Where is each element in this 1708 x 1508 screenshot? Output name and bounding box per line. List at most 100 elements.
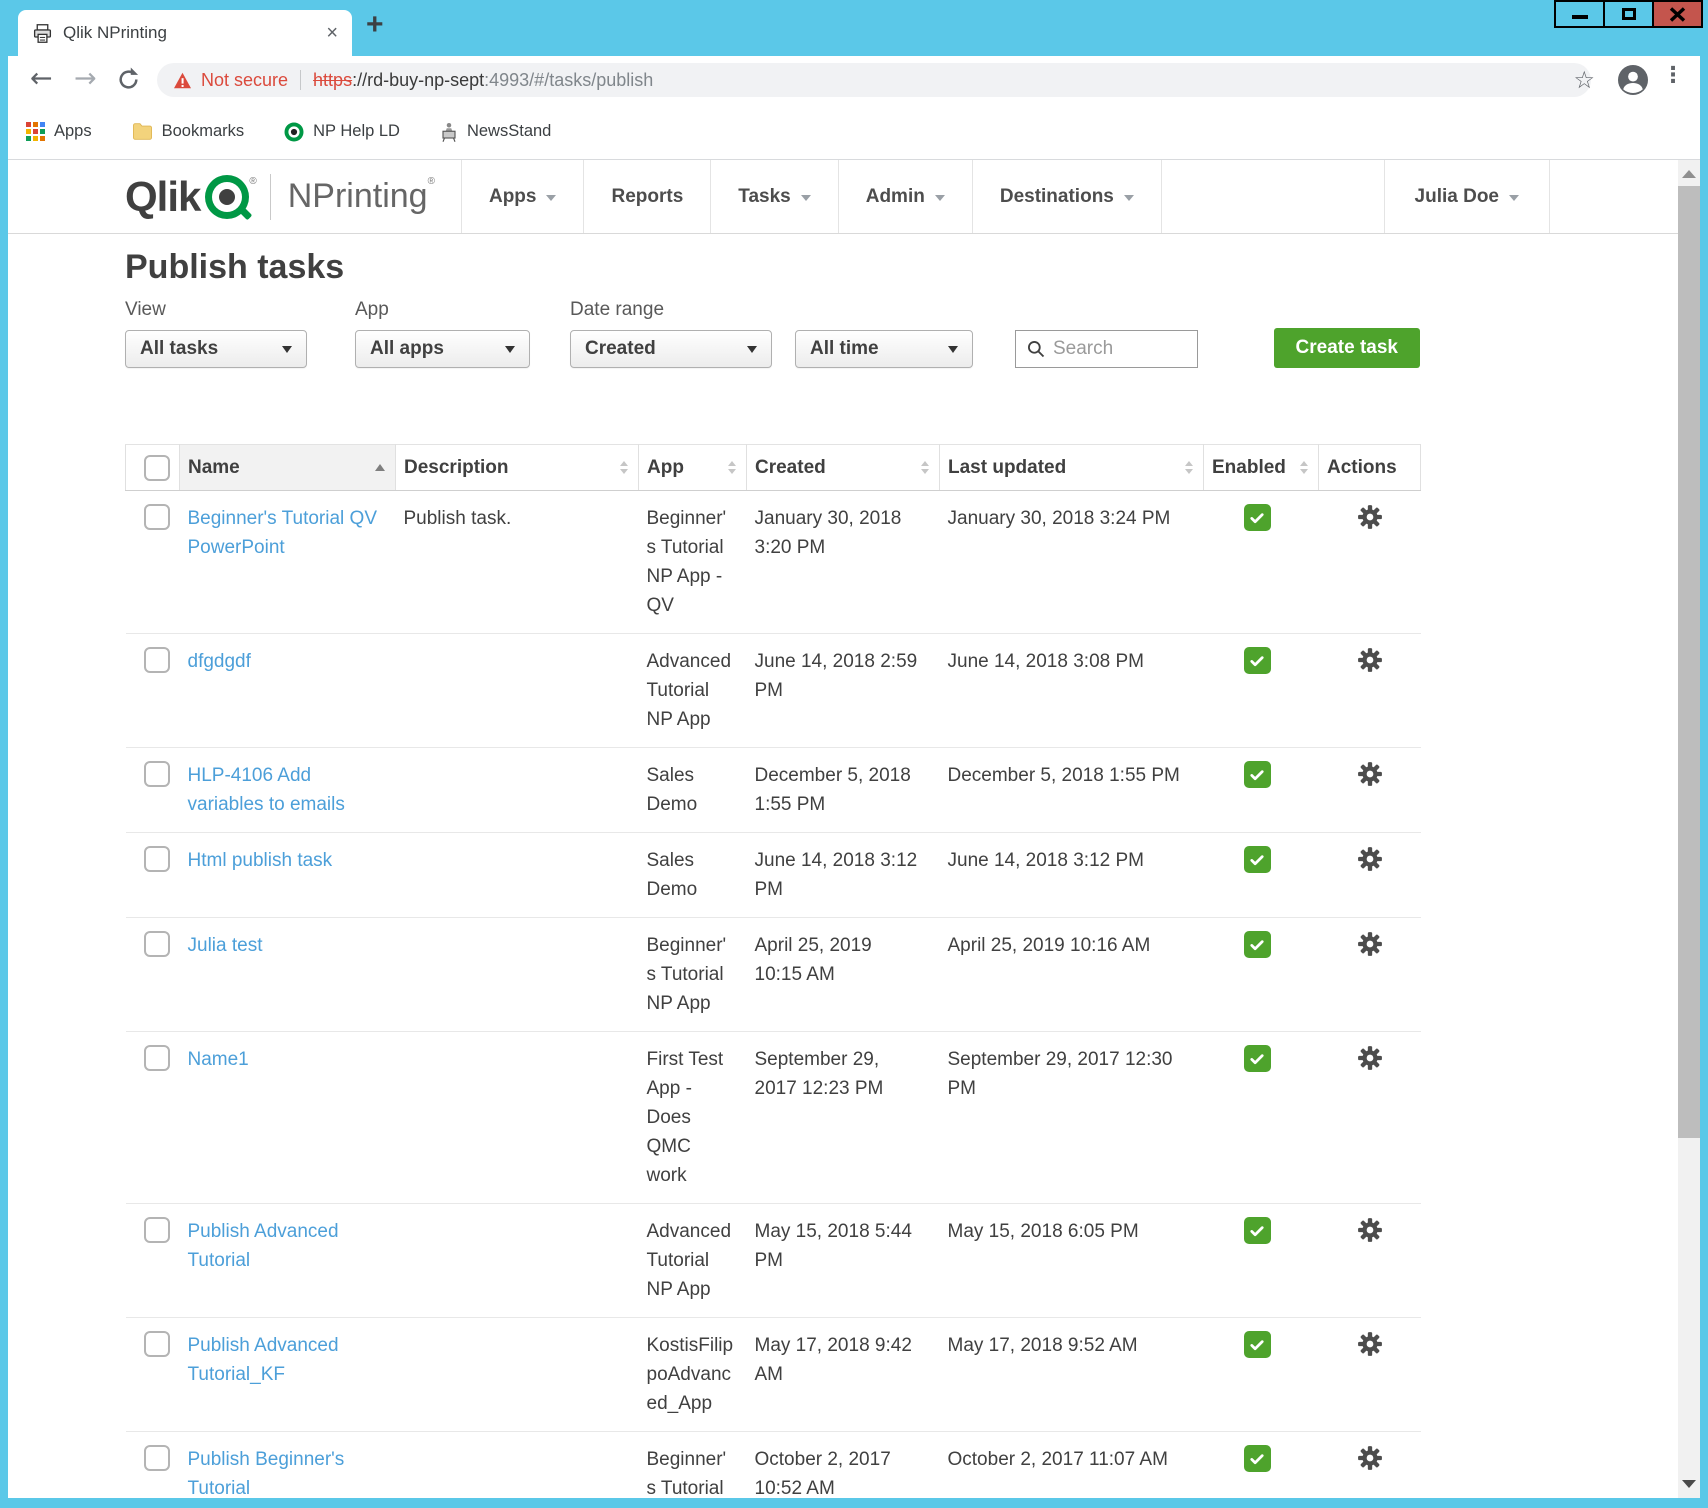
- qlik-q-icon: [205, 175, 249, 219]
- nav-item-admin[interactable]: Admin: [838, 160, 972, 233]
- date-type-select[interactable]: Created: [570, 330, 772, 368]
- column-header-last-updated[interactable]: Last updated: [940, 445, 1204, 491]
- actions-gear-icon[interactable]: [1357, 647, 1383, 673]
- row-checkbox[interactable]: [144, 846, 170, 872]
- browser-tab[interactable]: Qlik NPrinting ×: [18, 10, 352, 56]
- app-select[interactable]: All apps: [355, 330, 530, 368]
- search-input[interactable]: [1053, 338, 1183, 360]
- enabled-checkbox[interactable]: [1244, 1045, 1271, 1072]
- new-tab-button[interactable]: +: [366, 8, 384, 42]
- create-task-button[interactable]: Create task: [1274, 328, 1420, 368]
- actions-gear-icon[interactable]: [1357, 1217, 1383, 1243]
- actions-gear-icon[interactable]: [1357, 846, 1383, 872]
- enabled-checkbox[interactable]: [1244, 1445, 1271, 1472]
- window-close-button[interactable]: [1652, 0, 1703, 28]
- row-checkbox[interactable]: [144, 1331, 170, 1357]
- enabled-checkbox[interactable]: [1244, 931, 1271, 958]
- task-description-cell: [396, 918, 639, 1032]
- task-name-link[interactable]: Julia test: [188, 935, 263, 956]
- row-checkbox[interactable]: [144, 647, 170, 673]
- column-header-app[interactable]: App: [639, 445, 747, 491]
- url-scheme: https: [313, 70, 352, 90]
- row-select-cell: [126, 1204, 180, 1318]
- nav-item-destinations[interactable]: Destinations: [972, 160, 1162, 233]
- task-name-link[interactable]: Publish Advanced Tutorial_KF: [188, 1335, 339, 1385]
- sort-icon: [1185, 461, 1193, 474]
- row-checkbox[interactable]: [144, 931, 170, 957]
- title-bar: Qlik NPrinting × +: [0, 0, 1708, 56]
- bookmark-newsstand[interactable]: NewsStand: [440, 122, 551, 142]
- refresh-icon[interactable]: [116, 67, 141, 99]
- enabled-checkbox[interactable]: [1244, 647, 1271, 674]
- task-name-cell: Html publish task: [180, 833, 396, 918]
- task-name-link[interactable]: Publish Advanced Tutorial: [188, 1221, 339, 1271]
- view-select[interactable]: All tasks: [125, 330, 307, 368]
- task-name-link[interactable]: Beginner's Tutorial QV PowerPoint: [188, 508, 378, 558]
- actions-gear-icon[interactable]: [1357, 1331, 1383, 1357]
- bookmark-star-icon[interactable]: ☆: [1573, 67, 1595, 93]
- tab-close-icon[interactable]: ×: [326, 22, 338, 45]
- url-bar[interactable]: Not secure https://rd-buy-np-sept:4993/#…: [157, 63, 1591, 97]
- nav-item-apps[interactable]: Apps: [461, 160, 584, 233]
- row-checkbox[interactable]: [144, 1045, 170, 1071]
- browser-menu-icon[interactable]: ⋮: [1662, 63, 1684, 88]
- check-icon: [1248, 652, 1266, 670]
- window-minimize-button[interactable]: [1554, 0, 1605, 28]
- task-updated-cell: December 5, 2018 1:55 PM: [940, 748, 1204, 833]
- task-name-link[interactable]: dfgdgdf: [188, 651, 251, 672]
- task-enabled-cell: [1204, 918, 1319, 1032]
- enabled-checkbox[interactable]: [1244, 504, 1271, 531]
- actions-gear-icon[interactable]: [1357, 1045, 1383, 1071]
- select-all-checkbox[interactable]: [144, 455, 170, 481]
- enabled-checkbox[interactable]: [1244, 846, 1271, 873]
- task-name-link[interactable]: Name1: [188, 1049, 249, 1070]
- row-checkbox[interactable]: [144, 1217, 170, 1243]
- bookmark-apps[interactable]: Apps: [26, 122, 92, 141]
- bookmark-bookmarks[interactable]: Bookmarks: [132, 122, 245, 141]
- profile-avatar-icon[interactable]: [1618, 65, 1648, 95]
- nav-item-reports[interactable]: Reports: [583, 160, 710, 233]
- task-enabled-cell: [1204, 1032, 1319, 1204]
- date-period-select[interactable]: All time: [795, 330, 973, 368]
- enabled-checkbox[interactable]: [1244, 1217, 1271, 1244]
- task-name-link[interactable]: Publish Beginner's Tutorial: [188, 1449, 345, 1498]
- task-name-cell: Beginner's Tutorial QV PowerPoint: [180, 491, 396, 634]
- task-name-link[interactable]: Html publish task: [188, 850, 333, 871]
- actions-gear-icon[interactable]: [1357, 504, 1383, 530]
- nav-item-tasks[interactable]: Tasks: [710, 160, 837, 233]
- check-icon: [1248, 1050, 1266, 1068]
- column-header-name[interactable]: Name: [180, 445, 396, 491]
- maximize-icon: [1622, 8, 1636, 20]
- column-header-created[interactable]: Created: [747, 445, 940, 491]
- folder-icon: [132, 122, 153, 141]
- scrollbar-thumb[interactable]: [1678, 186, 1700, 1138]
- column-header-enabled[interactable]: Enabled: [1204, 445, 1319, 491]
- user-menu[interactable]: Julia Doe: [1384, 160, 1550, 233]
- row-select-cell: [126, 634, 180, 748]
- row-checkbox[interactable]: [144, 1445, 170, 1471]
- column-header-description[interactable]: Description: [396, 445, 639, 491]
- row-checkbox[interactable]: [144, 504, 170, 530]
- table-row: Html publish task Sales Demo June 14, 20…: [126, 833, 1421, 918]
- warning-icon: [173, 72, 192, 89]
- actions-gear-icon[interactable]: [1357, 931, 1383, 957]
- row-checkbox[interactable]: [144, 761, 170, 787]
- back-icon[interactable]: ←: [30, 64, 53, 94]
- task-name-link[interactable]: HLP-4106 Add variables to emails: [188, 765, 345, 815]
- task-actions-cell: [1319, 918, 1421, 1032]
- forward-icon[interactable]: →: [74, 64, 97, 94]
- scroll-down-icon[interactable]: [1682, 1480, 1696, 1488]
- scroll-up-icon[interactable]: [1682, 170, 1696, 178]
- task-created-cell: May 15, 2018 5:44 PM: [747, 1204, 940, 1318]
- bookmark-np-help[interactable]: NP Help LD: [284, 122, 400, 142]
- printer-favicon-icon: [32, 23, 53, 44]
- table-row: Name1 First Test App - Does QMC work Sep…: [126, 1032, 1421, 1204]
- nav-label: Tasks: [738, 186, 790, 208]
- enabled-checkbox[interactable]: [1244, 761, 1271, 788]
- task-description-cell: Publish task.: [396, 491, 639, 634]
- url-text: https://rd-buy-np-sept:4993/#/tasks/publ…: [313, 70, 653, 91]
- window-maximize-button[interactable]: [1603, 0, 1654, 28]
- enabled-checkbox[interactable]: [1244, 1331, 1271, 1358]
- actions-gear-icon[interactable]: [1357, 761, 1383, 787]
- actions-gear-icon[interactable]: [1357, 1445, 1383, 1471]
